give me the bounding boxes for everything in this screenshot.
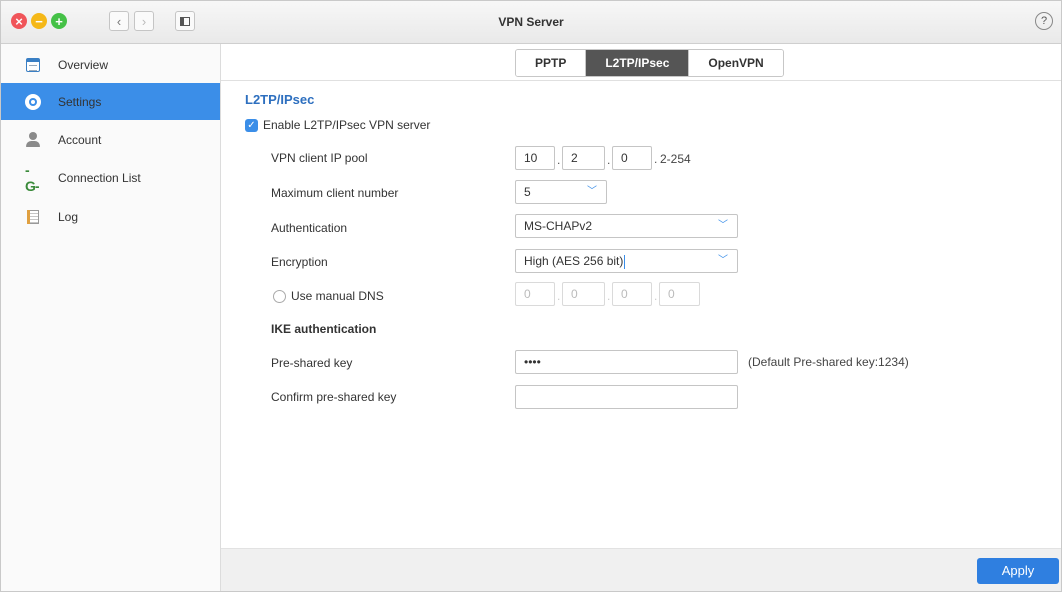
chevron-down-icon: ﹀ (718, 220, 728, 231)
ip-pool-label: VPN client IP pool (271, 151, 368, 165)
help-button[interactable]: ? (1035, 12, 1053, 30)
help-icon: ? (1040, 15, 1048, 27)
dns-octet-4-input[interactable]: 0 (659, 282, 700, 306)
max-clients-label: Maximum client number (271, 186, 399, 200)
tab-l2tp-ipsec[interactable]: L2TP/IPsec (586, 50, 690, 76)
check-icon: ✓ (247, 120, 256, 131)
max-clients-value: 5 (524, 185, 531, 199)
max-clients-select[interactable]: 5 ﹀ (515, 180, 607, 204)
authentication-select[interactable]: MS-CHAPv2 ﹀ (515, 214, 738, 238)
sidebar-item-overview[interactable]: Overview (1, 46, 220, 83)
confirm-psk-input[interactable] (515, 385, 738, 409)
sidebar: Overview Settings Account -G- Connection… (1, 44, 221, 591)
enable-server-label: Enable L2TP/IPsec VPN server (263, 118, 431, 132)
ip-pool-octet-1-input[interactable]: 10 (515, 146, 555, 170)
sidebar-item-account[interactable]: Account (1, 121, 220, 158)
dns-octet-1-input[interactable]: 0 (515, 282, 555, 306)
section-title: L2TP/IPsec (245, 92, 315, 107)
enable-server-checkbox[interactable]: ✓ (245, 119, 258, 132)
sidebar-item-log[interactable]: Log (1, 198, 220, 235)
confirm-psk-label: Confirm pre-shared key (271, 390, 397, 404)
footer-bar: Apply (221, 548, 1061, 591)
chevron-down-icon: ﹀ (718, 255, 728, 266)
chevron-down-icon: ﹀ (587, 186, 597, 197)
window-title: VPN Server (498, 15, 564, 29)
ip-pool-octet-3-input[interactable]: 0 (612, 146, 652, 170)
psk-default-hint: (Default Pre-shared key:1234) (748, 355, 909, 369)
tab-pptp[interactable]: PPTP (516, 50, 587, 76)
overview-icon (26, 57, 40, 72)
text-cursor (624, 254, 626, 269)
app-window: × − + ‹ › VPN Server ? Overview Settings… (0, 0, 1062, 592)
sidebar-item-settings[interactable]: Settings (1, 83, 220, 120)
authentication-label: Authentication (271, 221, 348, 235)
encryption-label: Encryption (271, 255, 328, 269)
apply-button[interactable]: Apply (977, 558, 1059, 584)
ip-pool-octet-2-input[interactable]: 2 (562, 146, 605, 170)
ip-pool-range: 2-254 (660, 152, 691, 166)
psk-input[interactable]: •••• (515, 350, 738, 374)
sidebar-item-label: Settings (58, 94, 102, 109)
manual-dns-checkbox[interactable] (273, 290, 286, 303)
tab-openvpn[interactable]: OpenVPN (689, 50, 783, 76)
protocol-tabs: PPTP L2TP/IPsec OpenVPN (515, 49, 784, 77)
connection-icon: -G- (25, 161, 40, 194)
encryption-select[interactable]: High (AES 256 bit) ﹀ (515, 249, 738, 273)
sidebar-item-connection-list[interactable]: -G- Connection List (1, 159, 220, 196)
gear-icon (25, 93, 41, 110)
log-icon (27, 209, 39, 224)
dns-octet-2-input[interactable]: 0 (562, 282, 605, 306)
psk-label: Pre-shared key (271, 356, 353, 370)
encryption-value: High (AES 256 bit) (524, 254, 624, 268)
sidebar-item-label: Log (58, 209, 79, 224)
dns-octet-3-input[interactable]: 0 (612, 282, 652, 306)
account-icon (26, 132, 40, 147)
divider (221, 80, 1061, 81)
ike-section-title: IKE authentication (271, 322, 377, 336)
settings-panel: PPTP L2TP/IPsec OpenVPN L2TP/IPsec ✓ Ena… (221, 44, 1061, 548)
manual-dns-label: Use manual DNS (291, 289, 384, 303)
sidebar-item-label: Overview (58, 57, 109, 72)
sidebar-item-label: Account (58, 132, 102, 147)
authentication-value: MS-CHAPv2 (524, 219, 593, 233)
title-bar: × − + ‹ › VPN Server ? (1, 1, 1061, 44)
sidebar-item-label: Connection List (58, 170, 141, 185)
